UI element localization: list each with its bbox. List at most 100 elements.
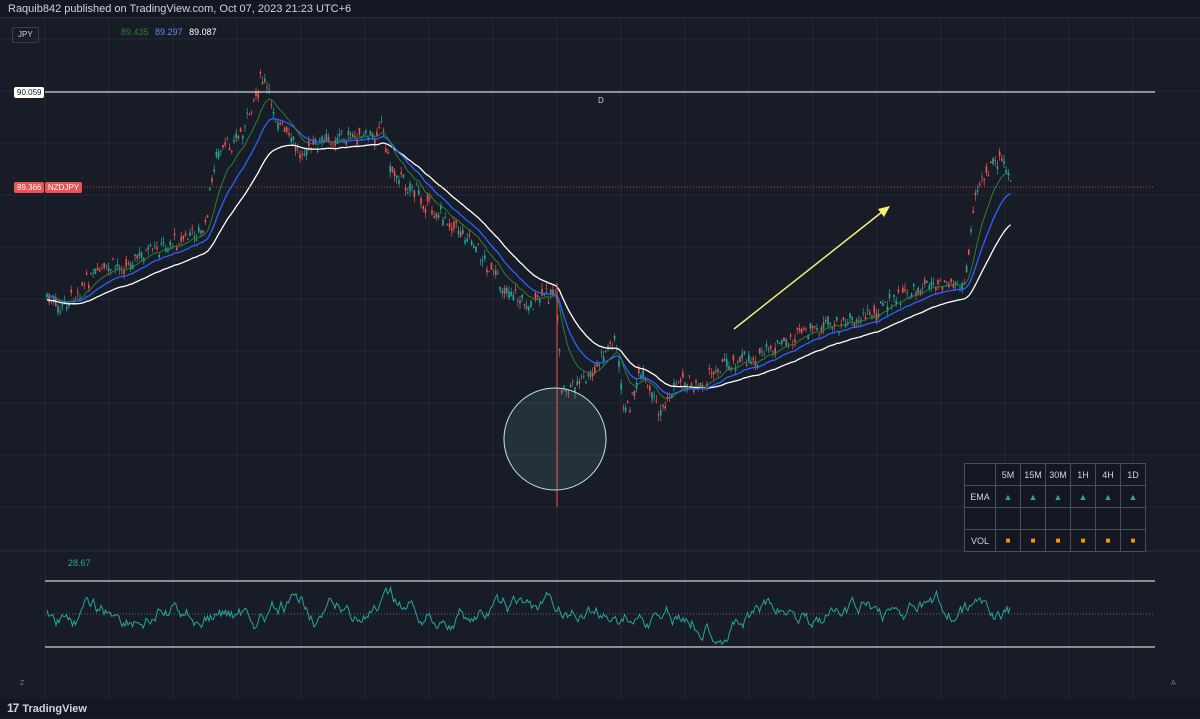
candle-body — [365, 130, 367, 133]
candle-body — [481, 260, 484, 262]
candle-body — [209, 188, 211, 191]
candle-body — [107, 268, 110, 272]
symbol-chip[interactable]: JPY — [12, 27, 39, 43]
candle-body — [492, 271, 495, 273]
candle-body — [402, 174, 405, 178]
candle-body — [457, 230, 460, 234]
table-cell — [1020, 507, 1046, 530]
chart-area[interactable]: D — [0, 19, 1200, 699]
candle-body — [851, 317, 853, 320]
candle-body — [1009, 180, 1012, 182]
table-header-cell: 15M — [1020, 463, 1046, 486]
candle-body — [437, 214, 440, 218]
candle-body — [123, 270, 125, 274]
volume-square-icon: ■ — [1095, 529, 1121, 552]
candle-body — [453, 221, 455, 229]
candle-body — [66, 307, 68, 310]
candle-body — [499, 286, 501, 291]
candle-body — [442, 219, 444, 226]
candle-body — [1005, 169, 1007, 173]
candle-body — [818, 333, 820, 335]
candle-body — [541, 288, 543, 296]
up-arrow-icon: ▲ — [1095, 485, 1121, 508]
candle-body — [968, 249, 970, 255]
candle-body — [723, 358, 726, 361]
candle-body — [708, 368, 710, 370]
symbol-tag[interactable]: NZDJPY — [45, 182, 83, 193]
candle-body — [242, 135, 244, 139]
candle-body — [270, 104, 273, 106]
candle-body — [248, 113, 251, 115]
candle-body — [466, 238, 468, 242]
candle-body — [662, 404, 664, 407]
candle-body — [149, 245, 152, 247]
candle-body — [563, 385, 565, 388]
last-price-label[interactable]: 89.366 — [14, 182, 45, 193]
candle-body — [987, 175, 990, 176]
candle-body — [424, 208, 427, 213]
candle-body — [737, 361, 739, 363]
tradingview-logo[interactable]: 17 TradingView — [7, 699, 87, 719]
candle-body — [853, 323, 856, 327]
candle-body — [486, 269, 488, 273]
candle-body — [532, 308, 534, 310]
candle-body — [404, 187, 407, 191]
candle-body — [517, 300, 519, 302]
candle-body — [431, 210, 433, 215]
candle-body — [759, 348, 761, 354]
candle-body — [378, 127, 380, 128]
candle-body — [96, 267, 99, 271]
arrow-head — [878, 206, 890, 217]
candle-body — [926, 281, 928, 284]
volume-square-icon: ■ — [1120, 529, 1146, 552]
candle-body — [114, 267, 116, 269]
candle-body — [272, 111, 275, 115]
candle-body — [200, 230, 202, 234]
candle-body — [655, 400, 658, 402]
candle-body — [765, 343, 768, 348]
candle-body — [699, 383, 702, 388]
candle-body — [136, 255, 138, 259]
candle-body — [325, 133, 328, 141]
candle-body — [446, 224, 449, 226]
candle-body — [629, 410, 631, 413]
candle-body — [695, 380, 697, 384]
price-chart[interactable]: D — [0, 19, 1200, 699]
candle-body — [413, 190, 416, 198]
candle-body — [651, 392, 653, 400]
candle-body — [369, 130, 372, 135]
candle-body — [411, 187, 413, 189]
circle-highlight[interactable] — [503, 387, 607, 491]
candle-body — [893, 294, 895, 298]
candle-body — [580, 376, 583, 378]
candle-body — [829, 322, 831, 325]
candle-body — [418, 189, 420, 196]
yellow-arrow[interactable] — [733, 207, 888, 330]
publish-text: Raquib842 published on TradingView.com, … — [8, 3, 352, 15]
candle-body — [594, 366, 596, 373]
candle-body — [140, 252, 143, 258]
candle-body — [864, 316, 867, 319]
candle-body — [110, 269, 112, 271]
right-scale-mark[interactable]: A — [1171, 680, 1176, 687]
candle-body — [572, 381, 574, 383]
level-price-label[interactable]: 90.059 — [14, 87, 45, 98]
candle-body — [215, 152, 218, 157]
candle-body — [184, 233, 187, 236]
table-cell — [1045, 507, 1071, 530]
candle-body — [407, 192, 409, 193]
left-scale-mark[interactable]: Z — [20, 680, 24, 687]
candle-body — [420, 198, 422, 205]
table-header-cell: 1H — [1070, 463, 1096, 486]
volume-square-icon: ■ — [1045, 529, 1071, 552]
candle-body — [433, 216, 435, 219]
candle-body — [915, 292, 917, 295]
candle-body — [789, 334, 792, 337]
candle-body — [125, 259, 127, 267]
candle-body — [217, 151, 220, 158]
candle-body — [176, 247, 178, 251]
table-header-cell: 30M — [1045, 463, 1071, 486]
table-header-cell: 5M — [995, 463, 1021, 486]
table-header-cell: 4H — [1095, 463, 1121, 486]
candle-body — [330, 143, 332, 145]
